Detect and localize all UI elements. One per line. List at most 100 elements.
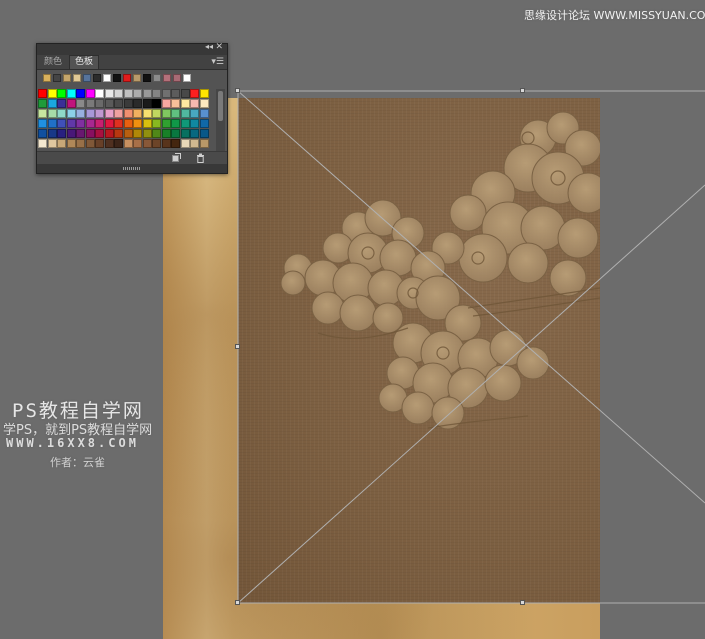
color-swatch[interactable] (190, 89, 199, 98)
color-swatch[interactable] (161, 139, 171, 148)
color-swatch[interactable] (47, 99, 57, 108)
transform-handle-middle-left[interactable] (235, 344, 240, 349)
color-swatch[interactable] (95, 109, 104, 118)
trash-icon[interactable] (196, 153, 205, 163)
color-swatch[interactable] (104, 139, 114, 148)
recent-swatch[interactable] (53, 74, 61, 82)
color-swatch[interactable] (199, 129, 209, 138)
color-swatch[interactable] (85, 109, 95, 118)
color-swatch[interactable] (161, 109, 171, 118)
color-swatch[interactable] (47, 89, 57, 98)
color-swatch[interactable] (133, 129, 142, 138)
color-swatch[interactable] (47, 139, 57, 148)
color-swatch[interactable] (57, 109, 66, 118)
panel-scrollbar[interactable] (216, 89, 225, 152)
color-swatch[interactable] (114, 89, 123, 98)
color-swatch[interactable] (57, 139, 66, 148)
transform-handle-bottom-left[interactable] (235, 600, 240, 605)
cloud-pattern-layer[interactable] (238, 98, 600, 603)
color-swatch[interactable] (47, 129, 57, 138)
color-swatch[interactable] (114, 129, 123, 138)
color-swatch[interactable] (142, 119, 152, 128)
color-swatch[interactable] (142, 109, 152, 118)
color-swatch[interactable] (104, 99, 114, 108)
color-swatch[interactable] (123, 129, 133, 138)
recent-swatch[interactable] (83, 74, 91, 82)
recent-swatch[interactable] (73, 74, 81, 82)
color-swatch[interactable] (66, 129, 76, 138)
color-swatch[interactable] (38, 129, 47, 138)
color-swatch[interactable] (85, 119, 95, 128)
color-swatch[interactable] (190, 109, 199, 118)
recent-swatch[interactable] (63, 74, 71, 82)
double-chevron-icon[interactable]: ◂◂ (205, 42, 213, 51)
color-swatch[interactable] (171, 99, 180, 108)
recent-swatch[interactable] (123, 74, 131, 82)
panel-titlebar[interactable]: ◂◂ ✕ (37, 42, 227, 55)
color-swatch[interactable] (190, 129, 199, 138)
tab-color[interactable]: 颜色 (39, 55, 67, 69)
color-swatch[interactable] (76, 99, 85, 108)
color-swatch[interactable] (57, 119, 66, 128)
color-swatch[interactable] (38, 119, 47, 128)
color-swatch[interactable] (152, 129, 161, 138)
color-swatch[interactable] (76, 129, 85, 138)
color-swatch[interactable] (142, 139, 152, 148)
color-swatch[interactable] (114, 119, 123, 128)
recent-swatch[interactable] (103, 74, 111, 82)
color-swatch[interactable] (152, 89, 161, 98)
transform-handle-top-middle[interactable] (520, 88, 525, 93)
color-swatch[interactable] (95, 139, 104, 148)
color-swatch[interactable] (161, 99, 171, 108)
color-swatch[interactable] (199, 109, 209, 118)
recent-swatch[interactable] (183, 74, 191, 82)
color-swatch[interactable] (95, 89, 104, 98)
color-swatch[interactable] (180, 139, 190, 148)
color-swatch[interactable] (38, 109, 47, 118)
color-swatch[interactable] (199, 99, 209, 108)
recent-swatch[interactable] (133, 74, 141, 82)
color-swatch[interactable] (76, 89, 85, 98)
color-swatch[interactable] (76, 139, 85, 148)
color-swatch[interactable] (152, 119, 161, 128)
color-swatch[interactable] (95, 99, 104, 108)
color-swatch[interactable] (123, 99, 133, 108)
color-swatch[interactable] (171, 109, 180, 118)
close-icon[interactable]: ✕ (215, 42, 223, 52)
color-swatch[interactable] (152, 99, 161, 108)
panel-resize-grip[interactable] (37, 164, 227, 173)
color-swatch[interactable] (180, 89, 190, 98)
recent-swatch[interactable] (113, 74, 121, 82)
color-swatch[interactable] (66, 119, 76, 128)
color-swatch[interactable] (38, 89, 47, 98)
color-swatch[interactable] (85, 89, 95, 98)
color-swatch[interactable] (161, 119, 171, 128)
color-swatch[interactable] (199, 89, 209, 98)
color-swatch[interactable] (123, 89, 133, 98)
color-swatch[interactable] (133, 89, 142, 98)
color-swatch[interactable] (57, 89, 66, 98)
color-swatch[interactable] (152, 139, 161, 148)
color-swatch[interactable] (161, 129, 171, 138)
color-swatch[interactable] (104, 129, 114, 138)
color-swatch[interactable] (66, 139, 76, 148)
color-swatch[interactable] (38, 99, 47, 108)
color-swatch[interactable] (152, 109, 161, 118)
color-swatch[interactable] (199, 119, 209, 128)
color-swatch[interactable] (180, 129, 190, 138)
color-swatch[interactable] (142, 89, 152, 98)
recent-swatch[interactable] (143, 74, 151, 82)
color-swatch[interactable] (95, 119, 104, 128)
recent-swatch[interactable] (173, 74, 181, 82)
transform-handle-top-left[interactable] (235, 88, 240, 93)
color-swatch[interactable] (76, 109, 85, 118)
color-swatch[interactable] (66, 109, 76, 118)
color-swatch[interactable] (114, 109, 123, 118)
tab-swatches[interactable]: 色板 (69, 55, 100, 69)
color-swatch[interactable] (66, 89, 76, 98)
color-swatch[interactable] (190, 119, 199, 128)
color-swatch[interactable] (180, 99, 190, 108)
color-swatch[interactable] (95, 129, 104, 138)
color-swatch[interactable] (66, 99, 76, 108)
color-swatch[interactable] (180, 119, 190, 128)
